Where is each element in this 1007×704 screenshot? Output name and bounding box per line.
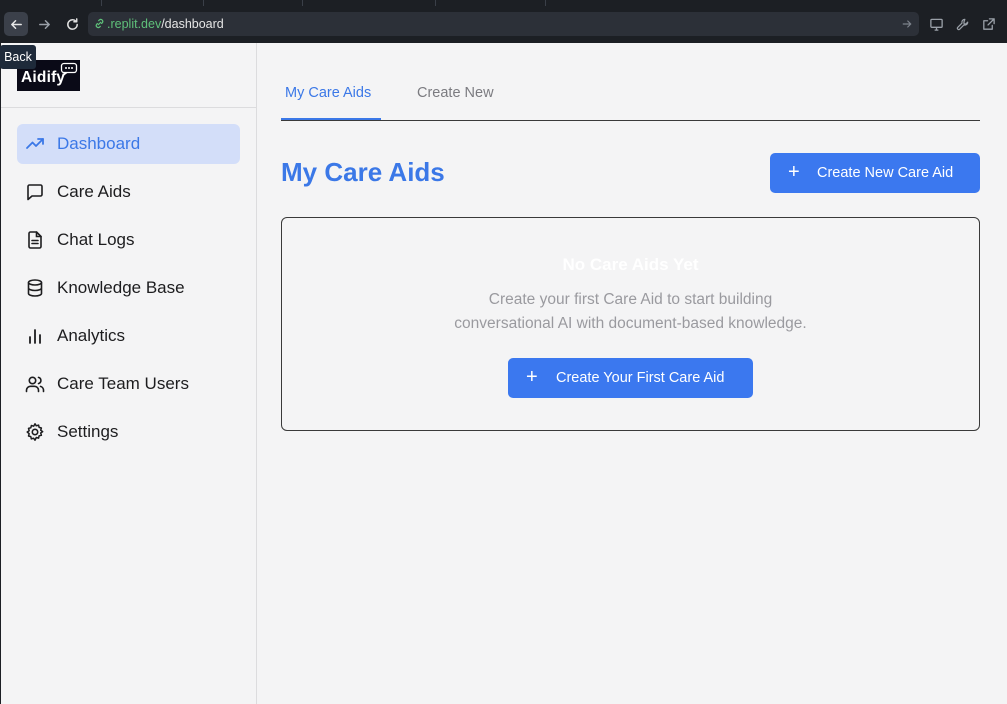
url-path: /dashboard [161, 17, 224, 31]
sidebar-item-label: Chat Logs [57, 230, 135, 249]
sidebar-item-label: Knowledge Base [57, 278, 185, 297]
tab-create-new[interactable]: Create New [417, 72, 494, 120]
sidebar-item-chat-logs[interactable]: Chat Logs [17, 220, 240, 260]
empty-state-title: No Care Aids Yet [562, 255, 699, 274]
sidebar-item-label: Dashboard [57, 134, 141, 153]
sidebar-item-label: Settings [57, 422, 119, 441]
back-tooltip: Back [0, 45, 36, 69]
create-first-care-aid-button[interactable]: + Create Your First Care Aid [508, 358, 753, 398]
database-icon [25, 278, 45, 298]
sidebar-item-dashboard[interactable]: Dashboard [17, 124, 240, 164]
create-new-care-aid-button[interactable]: + Create New Care Aid [770, 153, 980, 193]
sidebar-item-care-team-users[interactable]: Care Team Users [17, 364, 240, 404]
empty-state-card: No Care Aids Yet Create your first Care … [281, 217, 980, 431]
link-icon [95, 18, 104, 29]
wrench-icon [956, 18, 969, 31]
plus-icon: + [526, 366, 538, 388]
page-title: My Care Aids [281, 157, 445, 187]
button-label: Create New Care Aid [817, 165, 954, 181]
reload-icon [66, 17, 78, 30]
tab-label: Create New [417, 85, 494, 101]
sidebar-item-label: Analytics [57, 326, 126, 345]
trending-up-icon [25, 134, 45, 154]
button-label: Create Your First Care Aid [556, 370, 725, 386]
external-link-icon [983, 18, 995, 30]
gear-icon [25, 422, 45, 442]
browser-toolbar: .replit.dev/dashboard [0, 6, 1007, 43]
sidebar-item-settings[interactable]: Settings [17, 412, 240, 452]
sidebar-item-knowledge-base[interactable]: Knowledge Base [17, 268, 240, 308]
empty-state-description: Create your first Care Aid to start buil… [282, 288, 979, 336]
empty-state-description-line: Create your first Care Aid to start buil… [488, 291, 773, 308]
arrow-left-icon [10, 19, 22, 29]
sidebar-nav: Dashboard Care Aids Chat Logs Knowledge … [17, 124, 240, 460]
sidebar-item-care-aids[interactable]: Care Aids [17, 172, 240, 212]
go-arrow-icon[interactable] [901, 18, 913, 30]
monitor-icon [930, 18, 943, 31]
empty-state-description-line: conversational AI with document-based kn… [454, 315, 807, 332]
sidebar-divider [1, 107, 256, 108]
open-new-tab-button[interactable] [981, 17, 996, 32]
sidebar: Aidify Dashboard Care Aids Chat Logs Kno… [1, 43, 257, 704]
url-host: .replit.dev [107, 17, 162, 31]
sidebar-item-label: Care Aids [57, 182, 131, 201]
tab-my-care-aids[interactable]: My Care Aids [285, 72, 371, 120]
device-preview-button[interactable] [929, 17, 944, 32]
tab-label: My Care Aids [285, 85, 372, 101]
url-text: .replit.dev/dashboard [107, 17, 224, 31]
sidebar-item-analytics[interactable]: Analytics [17, 316, 240, 356]
chat-bubble-logo-icon [60, 62, 78, 76]
file-text-icon [25, 230, 45, 250]
logo-text: Aidify [21, 69, 66, 86]
tab-bar: My Care Aids Create New [281, 72, 980, 121]
bar-chart-icon [25, 326, 45, 346]
sidebar-item-label: Care Team Users [57, 374, 189, 393]
arrow-right-icon [38, 19, 50, 29]
reload-button[interactable] [60, 12, 84, 36]
back-button[interactable] [4, 12, 28, 36]
active-tab-indicator [281, 118, 381, 120]
address-bar[interactable]: .replit.dev/dashboard [88, 12, 919, 36]
forward-button[interactable] [32, 12, 56, 36]
plus-icon: + [788, 161, 800, 183]
devtools-button[interactable] [955, 17, 970, 32]
users-icon [25, 374, 45, 394]
message-square-icon [25, 182, 45, 202]
